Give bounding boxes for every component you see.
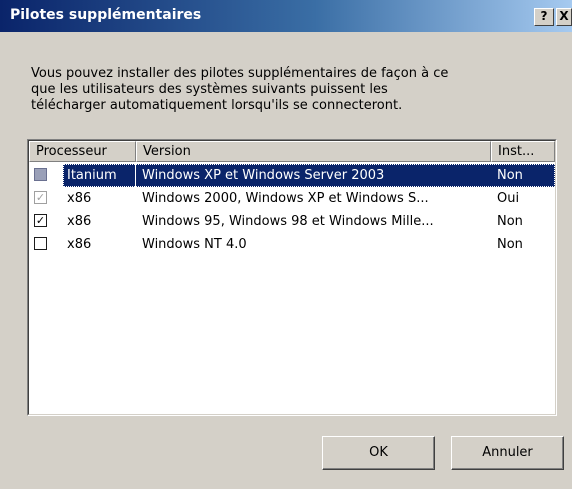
column-header-installed[interactable]: Inst...	[491, 141, 555, 162]
window-title: Pilotes supplémentaires	[10, 7, 202, 23]
close-button[interactable]: X	[556, 8, 572, 26]
list-header: Processeur Version Inst...	[29, 141, 555, 162]
cancel-button[interactable]: Annuler	[451, 436, 564, 470]
row-installed: Non	[497, 237, 523, 252]
row-installed: Non	[497, 214, 523, 229]
list-row[interactable]: ✓ x86 Windows 2000, Windows XP et Window…	[29, 187, 555, 210]
list-row[interactable]: x86 Windows NT 4.0 Non	[29, 233, 555, 256]
row-version: Windows NT 4.0	[142, 237, 247, 252]
row-installed: Oui	[497, 191, 520, 206]
title-bar[interactable]: Pilotes supplémentaires ? X	[0, 0, 572, 32]
row-version: Windows XP et Windows Server 2003	[136, 164, 491, 187]
intro-text: Vous pouvez installer des pilotes supplé…	[31, 66, 449, 113]
row-checkbox[interactable]	[34, 168, 47, 181]
list-row[interactable]: ✓ x86 Windows 95, Windows 98 et Windows …	[29, 210, 555, 233]
row-processor: x86	[67, 214, 92, 229]
additional-drivers-dialog: Pilotes supplémentaires ? X Vous pouvez …	[0, 0, 572, 489]
row-processor: x86	[67, 237, 92, 252]
row-version: Windows 2000, Windows XP et Windows S...	[142, 191, 429, 206]
row-processor: x86	[67, 191, 92, 206]
drivers-list[interactable]: Processeur Version Inst... Itanium Windo…	[27, 139, 557, 416]
row-version: Windows 95, Windows 98 et Windows Mille.…	[142, 214, 434, 229]
column-header-version[interactable]: Version	[136, 141, 491, 162]
list-row[interactable]: Itanium Windows XP et Windows Server 200…	[29, 164, 555, 187]
row-checkbox[interactable]	[34, 237, 47, 250]
row-checkbox[interactable]: ✓	[34, 191, 47, 204]
row-installed: Non	[491, 164, 555, 187]
row-processor: Itanium	[63, 164, 135, 187]
ok-button[interactable]: OK	[322, 436, 435, 470]
row-checkbox[interactable]: ✓	[34, 214, 47, 227]
help-button[interactable]: ?	[534, 8, 554, 26]
column-header-processor[interactable]: Processeur	[29, 141, 136, 162]
